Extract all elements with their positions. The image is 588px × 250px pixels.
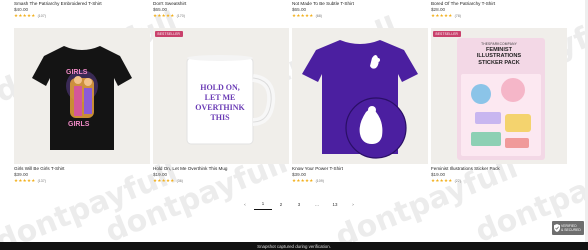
star-icons: ★★★★★: [14, 178, 36, 183]
review-count: (107): [37, 14, 46, 18]
black-tshirt-image: GIRLS GIRLS: [32, 46, 132, 150]
product-card[interactable]: Girls Will Be Girls T-Shirt $39.00 ★★★★★…: [14, 166, 150, 184]
mug-image: HOLD ON, LET ME OVERTHINK THIS: [186, 55, 276, 145]
purple-tshirt-image: [302, 40, 418, 159]
product-rating: ★★★★★ (78): [431, 13, 567, 19]
sticker-pack-title: FEMINIST ILLUSTRATIONS STICKER PACK: [476, 47, 522, 66]
star-icons: ★★★★★: [431, 178, 453, 183]
product-rating: ★★★★★ (22): [431, 178, 567, 184]
star-icons: ★★★★★: [292, 13, 314, 18]
product-card[interactable]: Feminist Illustrations Sticker Pack $19.…: [431, 166, 567, 184]
product-card[interactable]: Bored Of The Patriarchy T-Shirt $28.00 ★…: [431, 1, 567, 19]
product-rating: ★★★★★ (107): [14, 13, 150, 19]
page-13-button[interactable]: 13: [326, 198, 344, 210]
footer-text: Snapshot captured during verification.: [257, 243, 331, 249]
star-icons: ★★★★★: [431, 13, 453, 18]
tshirt-art-text: GIRLS: [66, 69, 88, 76]
page-ellipsis: ...: [315, 201, 319, 207]
page-1-button[interactable]: 1: [254, 198, 272, 210]
secured-label: & SECURED: [561, 228, 581, 232]
svg-text:HOLD ON,: HOLD ON,: [200, 83, 240, 92]
product-card[interactable]: Hold On, Let Me Overthink This Mug $19.0…: [153, 166, 289, 184]
review-count: (22): [454, 179, 461, 183]
product-image-purple-tshirt[interactable]: [292, 28, 428, 164]
page-2-button[interactable]: 2: [272, 198, 290, 210]
product-card[interactable]: Know Your Power T-Shirt $39.00 ★★★★★ (10…: [292, 166, 428, 184]
star-icons: ★★★★★: [153, 13, 175, 18]
review-count: (36): [176, 179, 183, 183]
page-3-button[interactable]: 3: [290, 198, 308, 210]
svg-text:THIS: THIS: [210, 113, 230, 122]
product-rating: ★★★★★ (170): [153, 13, 289, 19]
review-count: (137): [37, 179, 46, 183]
product-card[interactable]: Don't Sweatshirt $65.00 ★★★★★ (170): [153, 1, 289, 19]
pagination: ‹ 1 2 3 ... 13 ›: [236, 198, 362, 210]
review-count: (109): [315, 179, 324, 183]
bestseller-badge: BESTSELLER: [155, 31, 183, 38]
product-card[interactable]: Smash The Patriarchy Embroidered T-Shirt…: [14, 1, 150, 19]
product-image-tshirt-girls[interactable]: GIRLS GIRLS: [14, 28, 150, 164]
review-count: (68): [315, 14, 322, 18]
review-count: (170): [176, 14, 185, 18]
next-page-button[interactable]: ›: [344, 198, 362, 210]
sticker-pack-brand: THESPARKCOMPANY: [481, 42, 517, 46]
review-count: (78): [454, 14, 461, 18]
svg-text:OVERTHINK: OVERTHINK: [195, 103, 245, 112]
product-rating: ★★★★★ (109): [292, 178, 428, 184]
star-icons: ★★★★★: [153, 178, 175, 183]
product-image-mug[interactable]: BESTSELLER HOLD ON, LET ME OVERTHINK THI…: [153, 28, 289, 164]
bestseller-badge: BESTSELLER: [433, 31, 461, 38]
product-rating: ★★★★★ (36): [153, 178, 289, 184]
verified-secured-badge[interactable]: VERIFIED & SECURED: [552, 221, 584, 235]
star-icons: ★★★★★: [14, 13, 36, 18]
shield-check-icon: [554, 224, 560, 232]
footer-notice: Snapshot captured during verification.: [0, 242, 588, 250]
svg-text:LET ME: LET ME: [205, 93, 236, 102]
prev-page-button[interactable]: ‹: [236, 198, 254, 210]
product-card[interactable]: Not Made To Be Subtle T-Shirt $65.00 ★★★…: [292, 1, 428, 19]
star-icons: ★★★★★: [292, 178, 314, 183]
product-rating: ★★★★★ (137): [14, 178, 150, 184]
svg-text:GIRLS: GIRLS: [68, 121, 90, 128]
product-rating: ★★★★★ (68): [292, 13, 428, 19]
